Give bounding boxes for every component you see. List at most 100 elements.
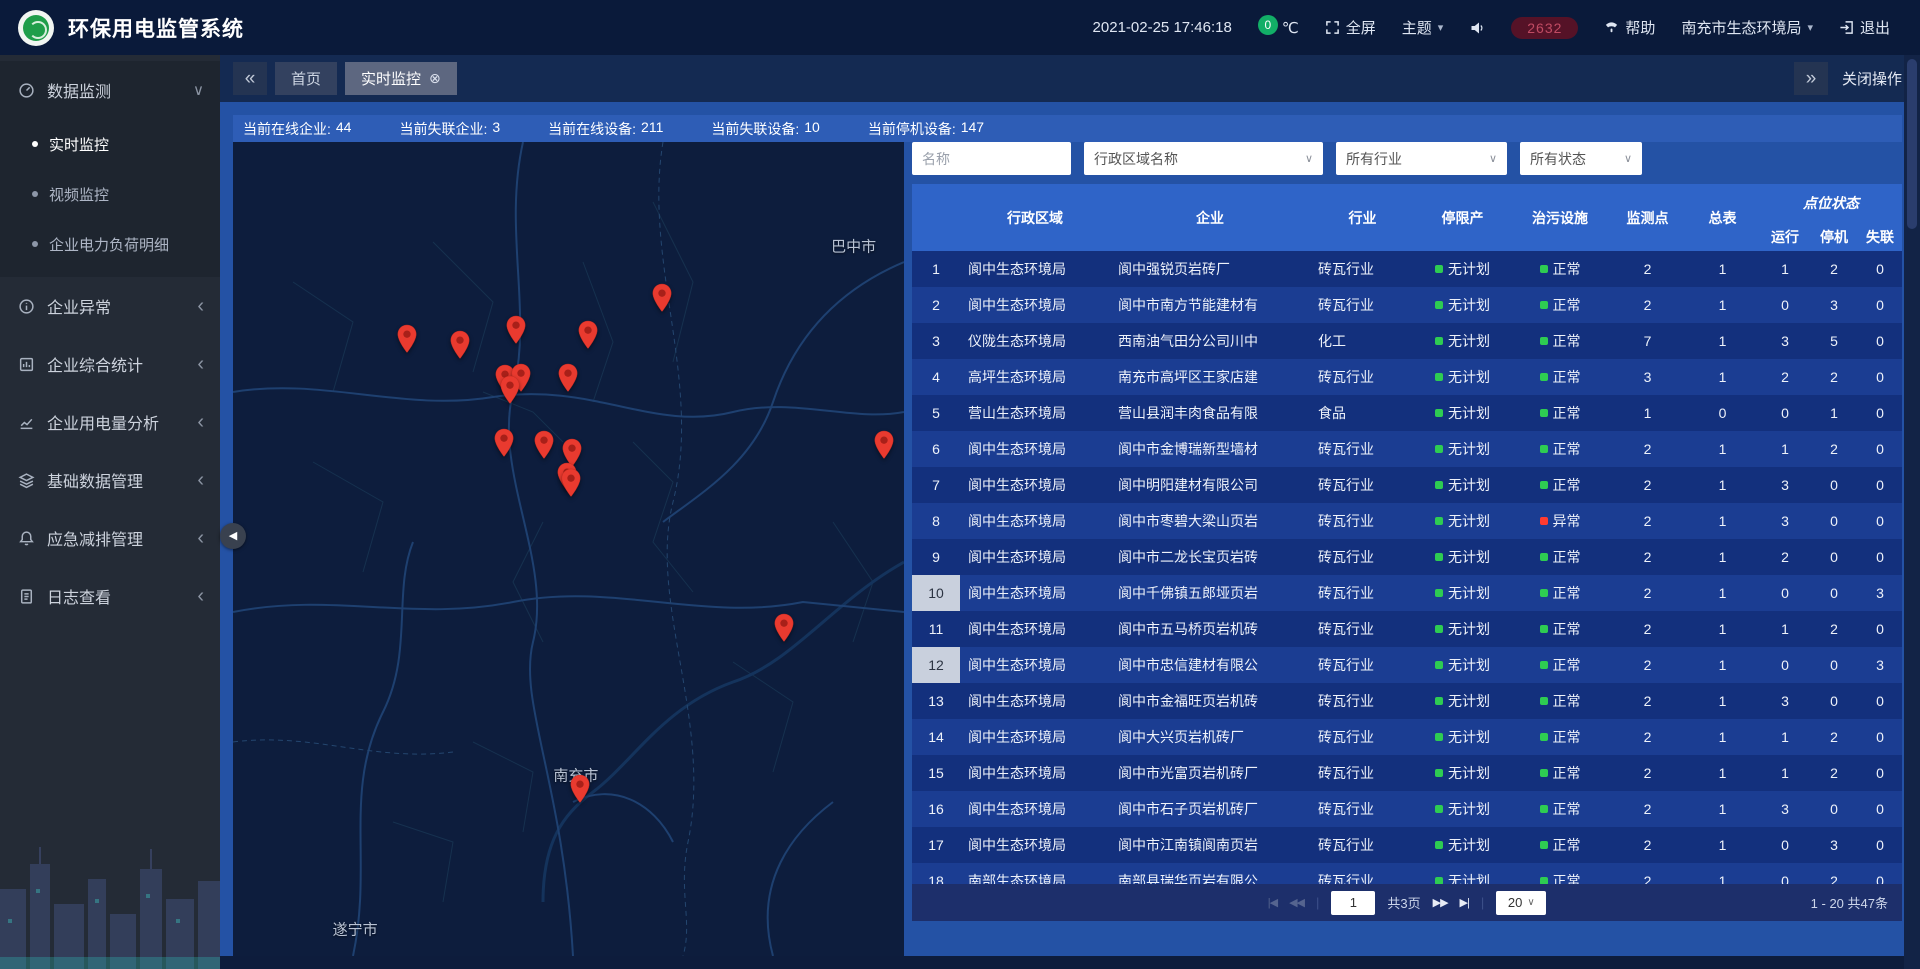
theme-dropdown[interactable]: 主题 ▾ xyxy=(1402,17,1444,38)
cell-limit: 无计划 xyxy=(1448,477,1490,493)
map-pin[interactable] xyxy=(396,324,417,359)
cell-industry: 砖瓦行业 xyxy=(1318,261,1374,277)
table-row[interactable]: 12阆中生态环境局阆中市忠信建材有限公砖瓦行业无计划正常21003 xyxy=(912,647,1902,683)
org-dropdown[interactable]: 南充市生态环境局 ▾ xyxy=(1681,17,1813,38)
sidebar-section-company-statistics[interactable]: 企业综合统计 ‹ xyxy=(0,335,220,393)
cell-facility: 正常 xyxy=(1553,765,1581,781)
next-page-button[interactable]: ▶▶ xyxy=(1433,896,1448,909)
table-row[interactable]: 10阆中生态环境局阆中千佛镇五郎垭页岩砖瓦行业无计划正常21003 xyxy=(912,575,1902,611)
status-dot xyxy=(1540,625,1548,633)
tab-scroll-left-button[interactable]: « xyxy=(233,62,267,95)
table-row[interactable]: 15阆中生态环境局阆中市光富页岩机砖厂砖瓦行业无计划正常21120 xyxy=(912,755,1902,791)
row-index: 18 xyxy=(928,873,944,884)
sidebar-item-power-load-detail[interactable]: 企业电力负荷明细 xyxy=(0,219,220,269)
map-pin[interactable] xyxy=(506,315,527,350)
help-button[interactable]: 帮助 xyxy=(1604,17,1655,38)
table-row[interactable]: 18南部生态环境局南部县瑞华页岩有限公砖瓦行业无计划正常21020 xyxy=(912,863,1902,884)
table-row[interactable]: 5营山生态环境局营山县润丰肉食品有限食品无计划正常10010 xyxy=(912,395,1902,431)
map-pin[interactable] xyxy=(569,774,590,809)
map-pin[interactable] xyxy=(557,363,578,398)
prev-page-button[interactable]: ◀◀ xyxy=(1289,896,1304,909)
industry-select[interactable]: 所有行业 ∨ xyxy=(1336,142,1507,175)
table-row[interactable]: 1阆中生态环境局阆中强锐页岩砖厂砖瓦行业无计划正常21120 xyxy=(912,251,1902,287)
cell-company: 阆中市金博瑞新型墙材 xyxy=(1118,441,1258,457)
cell-meter: 1 xyxy=(1719,765,1727,781)
status-dot xyxy=(1540,841,1548,849)
tab-home[interactable]: 首页 xyxy=(275,62,337,95)
map-pin[interactable] xyxy=(561,468,582,503)
tab-scroll-right-button[interactable]: » xyxy=(1794,62,1828,95)
sidebar-section-power-analysis[interactable]: 企业用电量分析 ‹ xyxy=(0,393,220,451)
table-row[interactable]: 2阆中生态环境局阆中市南方节能建材有砖瓦行业无计划正常21030 xyxy=(912,287,1902,323)
map-pin[interactable] xyxy=(533,430,554,465)
phone-icon xyxy=(1604,20,1619,35)
cell-limit: 无计划 xyxy=(1448,693,1490,709)
scrollbar[interactable] xyxy=(1904,55,1920,969)
table-row[interactable]: 17阆中生态环境局阆中市江南镇阆南页岩砖瓦行业无计划正常21030 xyxy=(912,827,1902,863)
sidebar-section-logs[interactable]: 日志查看 ‹ xyxy=(0,567,220,625)
cell-stop: 0 xyxy=(1830,477,1838,493)
cell-run: 0 xyxy=(1781,297,1789,313)
fullscreen-button[interactable]: 全屏 xyxy=(1325,17,1376,38)
cell-meter: 1 xyxy=(1719,729,1727,745)
row-index: 14 xyxy=(928,729,944,745)
cell-company: 阆中大兴页岩机砖厂 xyxy=(1118,729,1244,745)
sidebar-section-base-data[interactable]: 基础数据管理 ‹ xyxy=(0,451,220,509)
map-pin[interactable] xyxy=(651,283,672,318)
bar-chart-frame-icon xyxy=(18,355,36,373)
row-index: 12 xyxy=(928,657,944,673)
pin-icon xyxy=(773,613,794,643)
pin-icon xyxy=(500,375,521,405)
table-row[interactable]: 14阆中生态环境局阆中大兴页岩机砖厂砖瓦行业无计划正常21120 xyxy=(912,719,1902,755)
row-index: 6 xyxy=(932,441,940,457)
logout-label: 退出 xyxy=(1860,17,1890,38)
table-row[interactable]: 7阆中生态环境局阆中明阳建材有限公司砖瓦行业无计划正常21300 xyxy=(912,467,1902,503)
map-pin[interactable] xyxy=(500,375,521,410)
col-lost: 失联 xyxy=(1858,222,1902,251)
logout-button[interactable]: 退出 xyxy=(1839,17,1890,38)
cell-industry: 化工 xyxy=(1318,333,1346,349)
stat-offline-companies: 当前失联企业: 3 xyxy=(399,119,500,139)
page-input[interactable] xyxy=(1331,891,1375,915)
sidebar-section-emergency-reduction[interactable]: 应急减排管理 ‹ xyxy=(0,509,220,567)
table-row[interactable]: 3仪陇生态环境局西南油气田分公司川中化工无计划正常71350 xyxy=(912,323,1902,359)
page-size-select[interactable]: 20 ∨ xyxy=(1496,891,1546,915)
status-select[interactable]: 所有状态 ∨ xyxy=(1520,142,1642,175)
alert-count-badge[interactable]: 2632 xyxy=(1511,17,1578,39)
pin-icon xyxy=(449,330,470,360)
map-collapse-button[interactable]: ◀ xyxy=(220,523,246,549)
table-row[interactable]: 4高坪生态环境局南充市高坪区王家店建砖瓦行业无计划正常31220 xyxy=(912,359,1902,395)
sidebar-section-data-monitoring[interactable]: 数据监测 ∨ xyxy=(0,61,220,119)
map-pin[interactable] xyxy=(449,330,470,365)
map-pin[interactable] xyxy=(494,428,515,463)
cell-company: 南部县瑞华页岩有限公 xyxy=(1118,873,1258,884)
table-row[interactable]: 13阆中生态环境局阆中市金福旺页岩机砖砖瓦行业无计划正常21300 xyxy=(912,683,1902,719)
table-row[interactable]: 8阆中生态环境局阆中市枣碧大梁山页岩砖瓦行业无计划异常21300 xyxy=(912,503,1902,539)
region-select[interactable]: 行政区域名称 ∨ xyxy=(1084,142,1323,175)
map-pin[interactable] xyxy=(873,430,894,465)
sidebar-item-video-monitor[interactable]: 视频监控 xyxy=(0,169,220,219)
tab-close-icon[interactable]: ⊗ xyxy=(429,70,441,87)
table-row[interactable]: 16阆中生态环境局阆中市石子页岩机砖厂砖瓦行业无计划正常21300 xyxy=(912,791,1902,827)
sidebar: 数据监测 ∨ 实时监控 视频监控 企业电力负荷明细 xyxy=(0,55,220,969)
table-row[interactable]: 6阆中生态环境局阆中市金博瑞新型墙材砖瓦行业无计划正常21120 xyxy=(912,431,1902,467)
name-filter-input[interactable] xyxy=(912,142,1071,175)
tab-realtime-monitor[interactable]: 实时监控 ⊗ xyxy=(345,62,457,95)
map-panel[interactable]: 巴中市南充市遂宁市 ◀ xyxy=(233,142,904,956)
first-page-button[interactable]: |◀ xyxy=(1268,896,1277,909)
scrollbar-thumb[interactable] xyxy=(1907,59,1917,229)
row-index: 2 xyxy=(932,297,940,313)
map-pin[interactable] xyxy=(577,320,598,355)
section-label: 应急减排管理 xyxy=(47,526,143,550)
cell-monitor: 1 xyxy=(1644,405,1652,421)
cell-monitor: 3 xyxy=(1644,369,1652,385)
table-row[interactable]: 11阆中生态环境局阆中市五马桥页岩机砖砖瓦行业无计划正常21120 xyxy=(912,611,1902,647)
cell-meter: 1 xyxy=(1719,693,1727,709)
speaker-button[interactable] xyxy=(1469,20,1485,36)
table-row[interactable]: 9阆中生态环境局阆中市二龙长宝页岩砖砖瓦行业无计划正常21200 xyxy=(912,539,1902,575)
map-pin[interactable] xyxy=(773,613,794,648)
last-page-button[interactable]: ▶| xyxy=(1460,896,1469,909)
close-operations-button[interactable]: 关闭操作 xyxy=(1842,68,1902,89)
sidebar-item-realtime-monitor[interactable]: 实时监控 xyxy=(0,119,220,169)
sidebar-section-company-abnormal[interactable]: 企业异常 ‹ xyxy=(0,277,220,335)
